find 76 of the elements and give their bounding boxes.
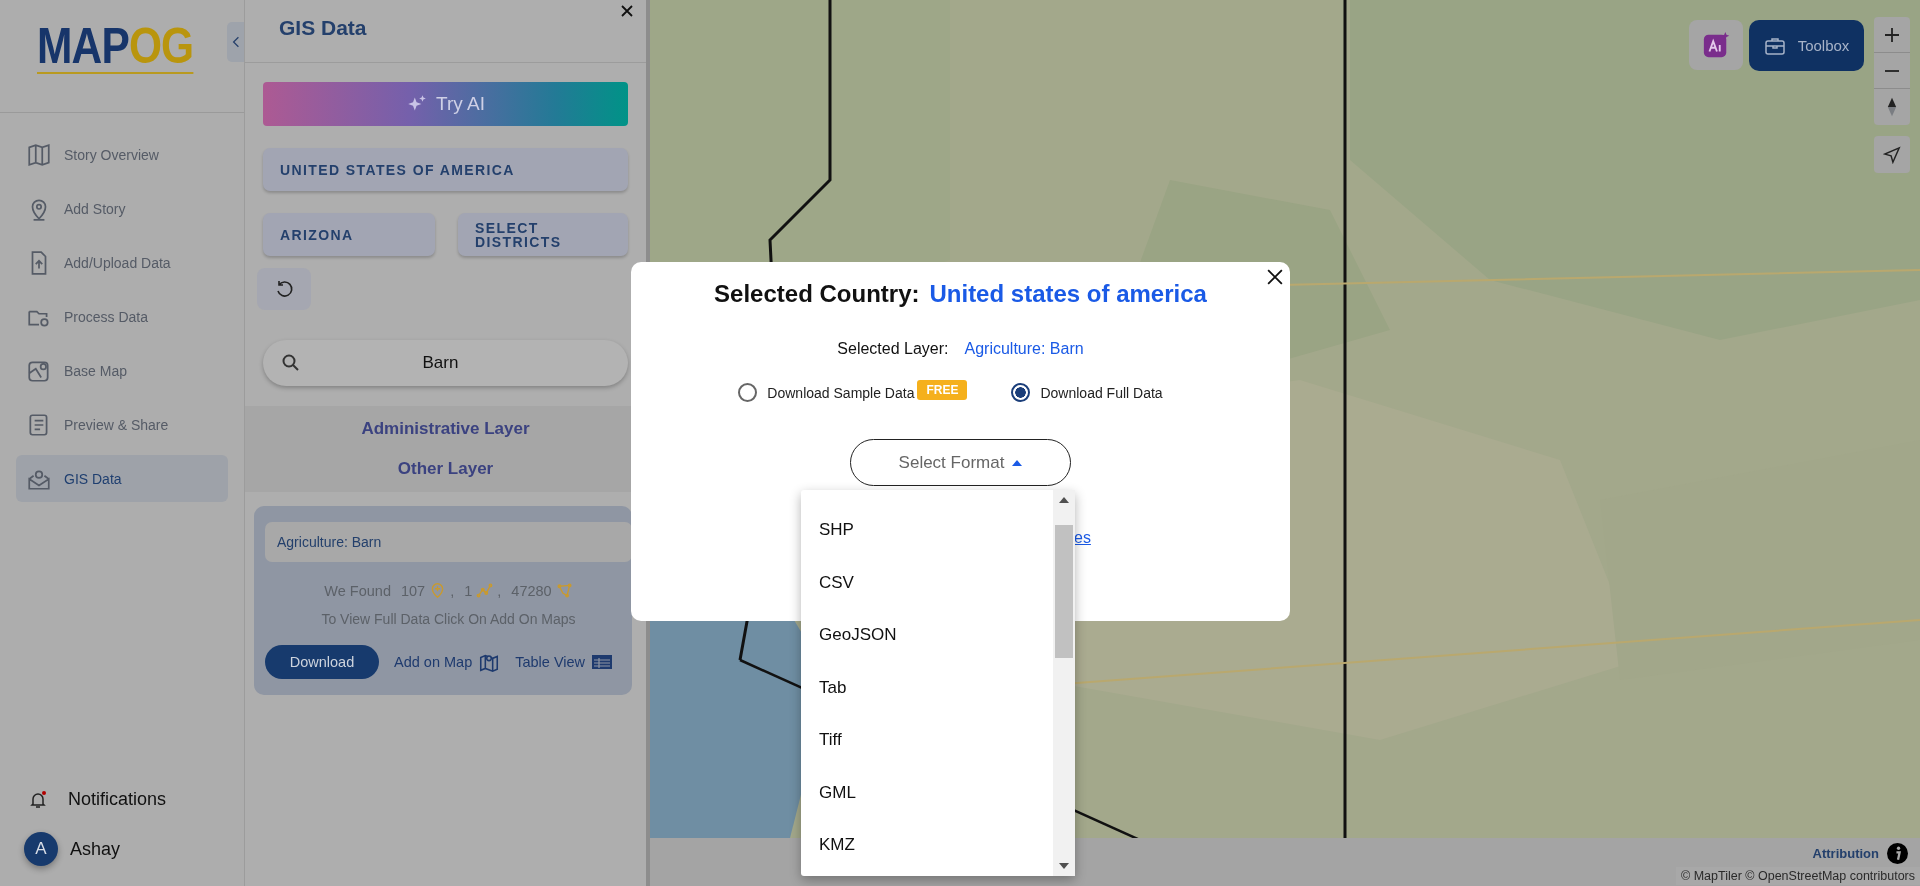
add-on-map-button[interactable]: Add on Map — [394, 651, 501, 673]
reset-button[interactable] — [257, 268, 311, 310]
compass-icon — [1887, 96, 1897, 118]
navigation-arrow-icon — [1883, 145, 1901, 164]
radio-button[interactable] — [738, 383, 758, 402]
search-icon — [281, 353, 301, 373]
layer-label: Selected Layer: — [837, 340, 949, 358]
dialog-title: Selected Country: — [714, 280, 920, 308]
ai-icon — [1702, 31, 1730, 59]
count-value: 1 — [464, 582, 473, 599]
found-label: We Found — [324, 582, 391, 599]
format-select[interactable]: Select Format — [850, 439, 1071, 486]
country-name: United states of america — [929, 280, 1207, 308]
locate-button[interactable] — [1874, 136, 1910, 173]
count-value: 47280 — [511, 582, 552, 599]
close-icon[interactable] — [1267, 269, 1283, 285]
nav-item[interactable]: Process Data — [16, 293, 228, 340]
collapse-button[interactable] — [227, 22, 244, 62]
try-ai-button[interactable]: Try AI — [263, 82, 628, 126]
country-button[interactable]: UNITED STATES OF AMERICA — [263, 148, 628, 191]
panel-title: GIS Data — [279, 16, 367, 40]
option-label[interactable]: Download Sample Data — [767, 384, 915, 401]
scroll-up-icon[interactable] — [1059, 497, 1069, 503]
nav-item[interactable]: Base Map — [16, 347, 228, 394]
table-view-button[interactable]: Table View — [515, 653, 614, 671]
toolbox-button[interactable]: Toolbox — [1749, 20, 1864, 71]
section-heading[interactable]: Other Layer — [397, 459, 494, 479]
format-option[interactable]: GML — [801, 766, 1053, 819]
format-option[interactable]: Tiff — [801, 714, 1053, 767]
nav-item[interactable]: Add/Upload Data — [16, 239, 228, 286]
avatar[interactable]: A — [24, 832, 58, 866]
polyline-icon — [476, 582, 494, 599]
caret-icon — [1012, 459, 1023, 466]
ai-button[interactable] — [1689, 20, 1743, 70]
scroll-down-icon[interactable] — [1059, 863, 1069, 869]
radio-button[interactable] — [1011, 383, 1031, 402]
separator: , — [450, 582, 455, 599]
hint-text: To View Full Data Click On Add On Maps — [321, 611, 576, 627]
info-icon[interactable] — [1887, 843, 1908, 864]
map-icon — [26, 141, 52, 168]
format-option[interactable]: Tab — [801, 661, 1053, 714]
layer-name: Agriculture: Barn — [964, 340, 1084, 358]
table-icon — [591, 653, 614, 671]
copyright-text: © MapTiler © OpenStreetMap contributors — [1675, 867, 1920, 885]
minus-icon — [1884, 69, 1900, 72]
reset-icon — [274, 279, 294, 299]
state-button[interactable]: ARIZONA — [263, 213, 435, 256]
layer-field: Agriculture: Barn — [265, 522, 632, 562]
format-option[interactable]: GeoJSON — [801, 609, 1053, 662]
scrollbar[interactable] — [1053, 490, 1075, 876]
notifications-item[interactable]: Notifications — [24, 789, 244, 810]
bell-icon — [28, 789, 48, 810]
nav-item[interactable]: Preview & Share — [16, 401, 228, 448]
user-name: Ashay — [70, 838, 121, 860]
nav-item[interactable]: Story Overview — [16, 131, 228, 178]
link-text[interactable]: es — [1074, 529, 1091, 547]
search-field[interactable]: Barn — [263, 340, 628, 386]
count-value: 107 — [401, 582, 426, 599]
attribution-link[interactable]: Attribution — [1812, 846, 1879, 861]
districts-button[interactable]: SELECT DISTRICTS — [458, 213, 628, 256]
plus-icon — [1884, 26, 1900, 43]
download-button[interactable]: Download — [265, 645, 379, 679]
nav-item[interactable]: GIS Data — [16, 455, 228, 502]
nav-item[interactable]: Add Story — [16, 185, 228, 232]
section-heading[interactable]: Administrative Layer — [361, 419, 530, 439]
toolbox-icon — [1763, 35, 1786, 56]
free-badge: FREE — [917, 379, 968, 400]
format-option[interactable]: CSV — [801, 556, 1053, 609]
format-option[interactable]: SHP — [801, 504, 1053, 557]
chevron-left-icon — [231, 35, 240, 49]
logo: MAPOG — [37, 20, 194, 74]
option-label[interactable]: Download Full Data — [1040, 384, 1163, 401]
polygon-icon — [555, 582, 573, 599]
close-icon[interactable] — [620, 4, 634, 18]
separator: , — [497, 582, 502, 599]
format-option[interactable]: KMZ — [801, 819, 1053, 872]
